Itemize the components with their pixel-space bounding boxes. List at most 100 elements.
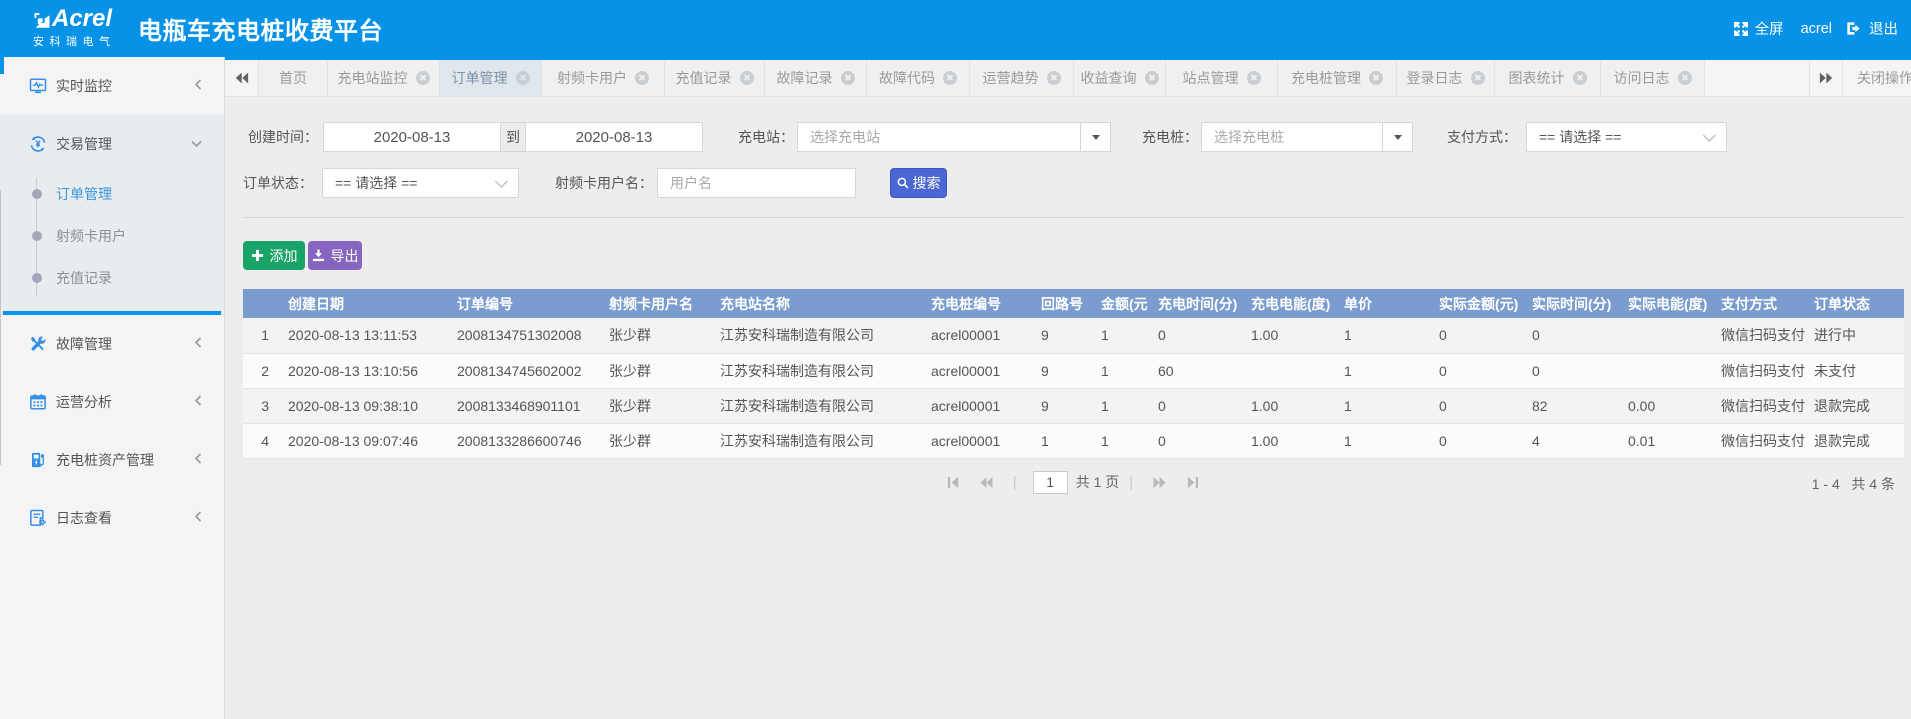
column-header-2: 订单编号 [450,289,602,318]
date-from-input[interactable] [323,122,501,152]
tab-close-icon[interactable] [416,71,430,85]
tab-close-icon[interactable] [1247,71,1261,85]
order-status-select[interactable]: == 请选择 == [322,168,519,198]
add-button-label: 添加 [270,246,298,266]
close-operations-menu[interactable]: 关闭操作 [1843,60,1911,96]
table-row-1[interactable]: 12020-08-13 13:11:532008134751302008张少群江… [243,318,1904,353]
sidebar-scroll-rail [0,190,1,465]
sidebar-subitem-1-0[interactable]: 订单管理 [0,173,224,215]
cell: 未支付 [1807,353,1904,388]
table-row-4[interactable]: 42020-08-13 09:07:462008133286600746张少群江… [243,423,1904,458]
add-button[interactable]: 添加 [243,241,305,270]
tab-6[interactable]: 故障代码 [867,60,970,96]
cell: 1 [1337,318,1432,353]
tab-label: 运营趋势 [983,68,1039,88]
tab-close-icon[interactable] [1573,71,1587,85]
pay-method-select[interactable]: == 请选择 == [1526,122,1727,152]
download-icon [312,249,325,262]
cell: 2 [243,353,281,388]
cell: 2008133286600746 [450,423,602,458]
tab-9[interactable]: 站点管理 [1166,60,1278,96]
tab-8[interactable]: 收益查询 [1074,60,1166,96]
double-chevron-left-icon [235,71,249,85]
table-row-3[interactable]: 32020-08-13 09:38:102008133468901101张少群江… [243,388,1904,423]
tab-13[interactable]: 访问日志 [1601,60,1705,96]
sidebar-subitem-1-1[interactable]: 射频卡用户 [0,215,224,257]
tab-close-icon[interactable] [1145,71,1159,85]
tab-11[interactable]: 登录日志 [1397,60,1495,96]
cell: 1.00 [1244,318,1337,353]
username-link[interactable]: acrel [1801,21,1832,37]
tab-12[interactable]: 图表统计 [1495,60,1601,96]
tab-0[interactable]: 首页 [259,60,328,96]
sidebar-item-4[interactable]: 充电桩资产管理 [0,431,224,489]
filter-panel: 创建时间： 到 充电站： 充电桩： 支付方式： == [225,97,1911,218]
pile-input[interactable] [1201,122,1383,152]
tab-7[interactable]: 运营趋势 [970,60,1074,96]
rfid-user-input[interactable] [657,168,856,198]
tab-1[interactable]: 充电站监控 [328,60,440,96]
column-header-3: 射频卡用户名 [602,289,713,318]
fullscreen-button[interactable]: 全屏 [1733,18,1784,39]
column-header-7: 金额(元 [1094,289,1151,318]
tab-close-icon[interactable] [943,71,957,85]
sidebar-item-5[interactable]: 日志查看 [0,489,224,547]
logo-acrel-text: Acrel [52,6,112,32]
station-input[interactable] [797,122,1081,152]
tab-close-icon[interactable] [516,71,530,85]
tab-label: 射频卡用户 [557,68,627,88]
tab-close-icon[interactable] [841,71,855,85]
tab-label: 图表统计 [1509,68,1565,88]
tab-3[interactable]: 射频卡用户 [542,60,665,96]
tab-close-icon[interactable] [1369,71,1383,85]
tab-4[interactable]: 充值记录 [665,60,765,96]
cell: 3 [243,388,281,423]
sidebar-item-2[interactable]: 故障管理 [0,315,224,373]
page-number-input[interactable] [1033,471,1068,494]
date-to-input[interactable] [525,122,703,152]
cell: 4 [1525,423,1621,458]
chevron-down-icon [495,175,508,188]
pay-method-label: 支付方式： [1447,127,1517,147]
tab-close-icon[interactable] [1047,71,1061,85]
cell: 1 [1094,423,1151,458]
column-header-15: 订单状态 [1807,289,1904,318]
tab-close-icon[interactable] [635,71,649,85]
search-button[interactable]: 搜索 [890,168,947,198]
column-header-12: 实际时间(分) [1525,289,1621,318]
double-chevron-right-icon [1819,71,1833,85]
tab-label: 故障记录 [777,68,833,88]
filter-separator [243,217,1904,218]
chevron-left-icon [194,511,202,525]
table-row-2[interactable]: 22020-08-13 13:10:562008134745602002张少群江… [243,353,1904,388]
tab-close-icon[interactable] [1678,71,1692,85]
sidebar-scroll-thumb[interactable] [0,57,4,74]
cell: acrel00001 [924,388,1034,423]
cell: 0 [1432,318,1525,353]
tab-close-icon[interactable] [740,71,754,85]
sidebar-item-3[interactable]: 运营分析 [0,373,224,431]
cell: 2008134751302008 [450,318,602,353]
tab-5[interactable]: 故障记录 [765,60,867,96]
tab-label: 故障代码 [879,68,935,88]
last-page-button[interactable] [1186,476,1199,489]
first-page-button[interactable] [947,476,960,489]
station-dropdown-button[interactable] [1080,122,1111,152]
tabs-scroll-right-button[interactable] [1809,60,1843,96]
cell: 微信扫码支付 [1714,388,1807,423]
sidebar-item-0[interactable]: 实时监控 [0,57,224,115]
chevron-left-icon [194,79,202,93]
tab-close-icon[interactable] [1471,71,1485,85]
sidebar-item-1[interactable]: 交易管理 [0,115,224,173]
tabs-scroll-left-button[interactable] [225,60,259,96]
tab-10[interactable]: 充电桩管理 [1278,60,1397,96]
logout-button[interactable]: 退出 [1846,18,1898,39]
next-page-button[interactable] [1153,476,1166,489]
prev-page-button[interactable] [980,476,993,489]
tab-2[interactable]: 订单管理 [440,60,542,96]
tab-label: 登录日志 [1407,68,1463,88]
sidebar-item-label: 充电桩资产管理 [56,450,154,470]
pile-dropdown-button[interactable] [1382,122,1413,152]
sidebar-subitem-1-2[interactable]: 充值记录 [0,257,224,299]
export-button[interactable]: 导出 [308,241,362,270]
